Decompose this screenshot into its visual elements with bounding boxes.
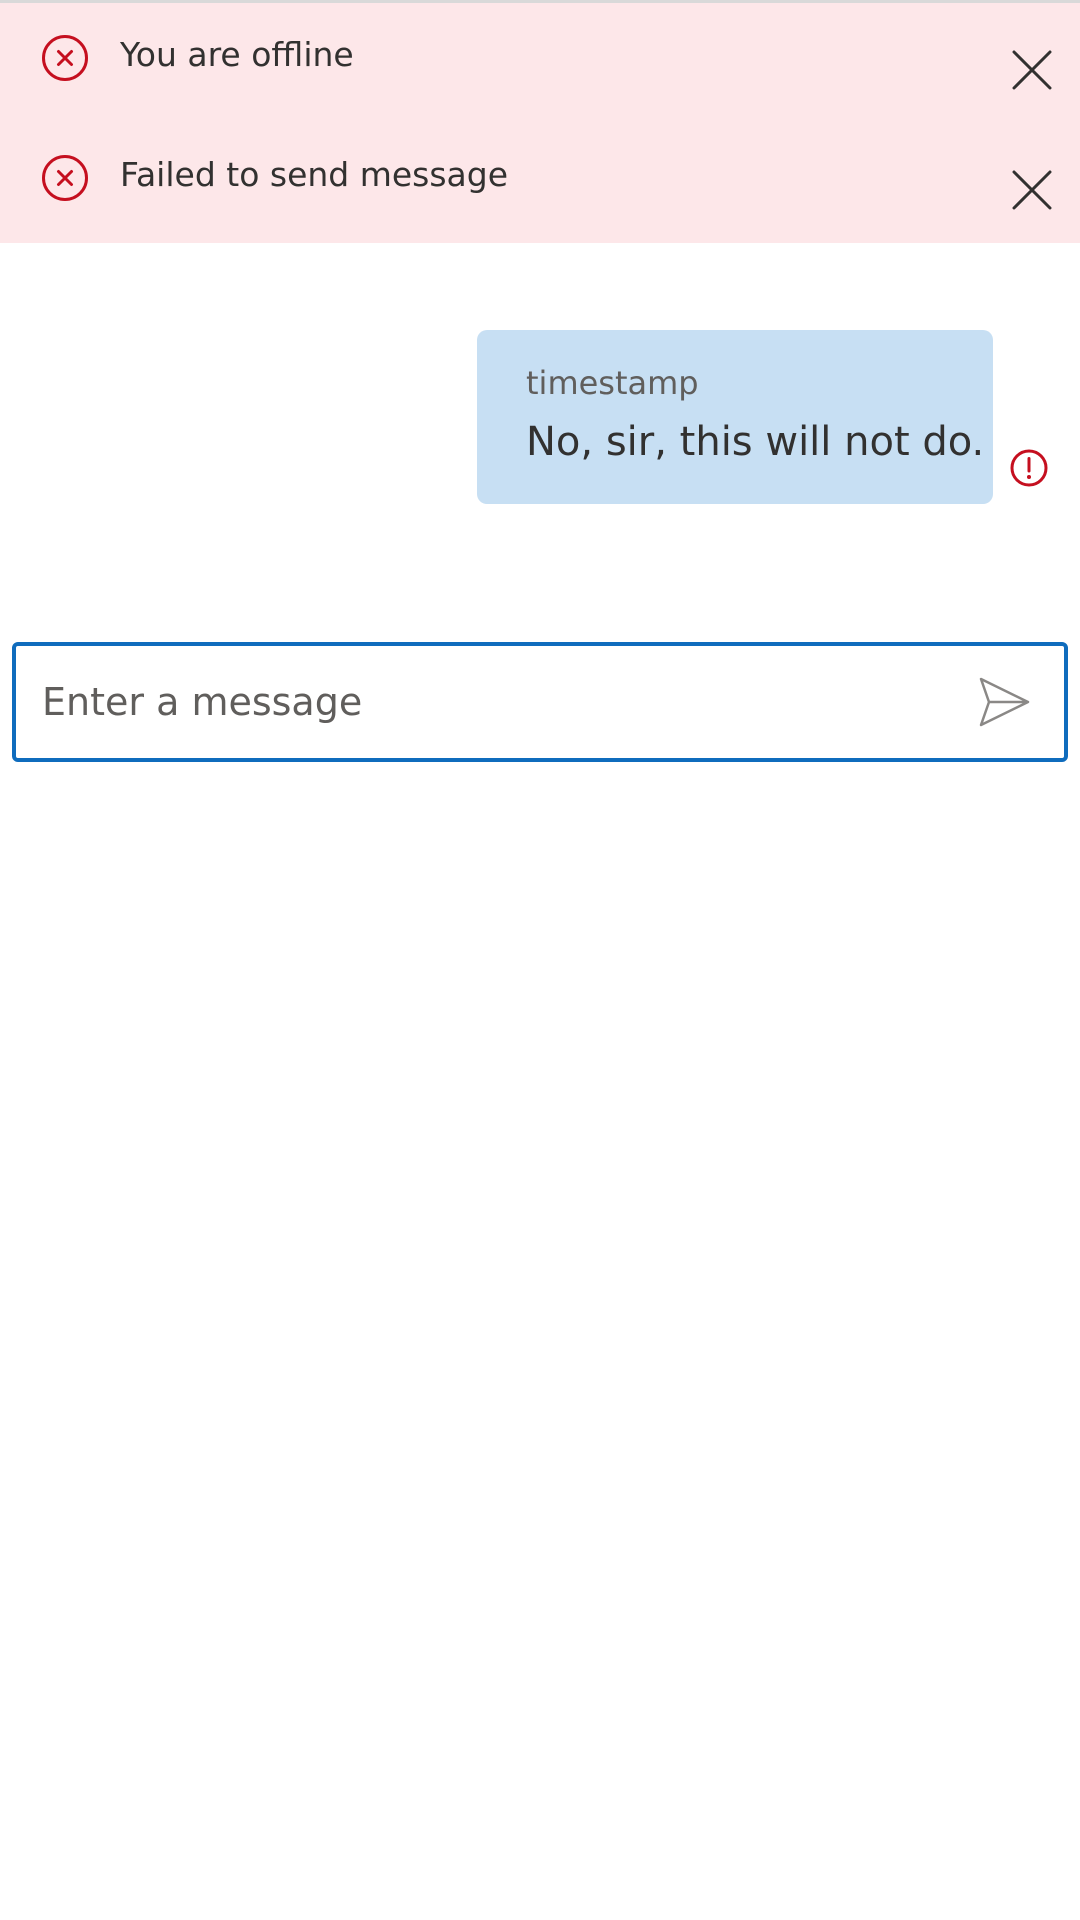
notification-offline: You are offline bbox=[0, 3, 1080, 123]
message-input[interactable] bbox=[42, 666, 942, 738]
notification-text: You are offline bbox=[120, 35, 354, 74]
notification-text: Failed to send message bbox=[120, 155, 509, 194]
notification-send-failed: Failed to send message bbox=[0, 123, 1080, 243]
message-composer bbox=[12, 642, 1068, 762]
error-circle-icon bbox=[41, 34, 89, 82]
error-circle-icon bbox=[41, 154, 89, 202]
notification-bar: You are offline Failed to send message bbox=[0, 3, 1080, 243]
message-row: timestamp No, sir, this will not do. bbox=[0, 330, 1080, 504]
close-icon[interactable] bbox=[1008, 166, 1056, 214]
send-failed-icon bbox=[1009, 448, 1049, 488]
message-timestamp: timestamp bbox=[526, 364, 699, 402]
message-text: No, sir, this will not do. bbox=[526, 419, 985, 465]
close-icon[interactable] bbox=[1008, 46, 1056, 94]
send-icon[interactable] bbox=[976, 674, 1032, 730]
sent-message-bubble[interactable]: timestamp No, sir, this will not do. bbox=[477, 330, 993, 504]
